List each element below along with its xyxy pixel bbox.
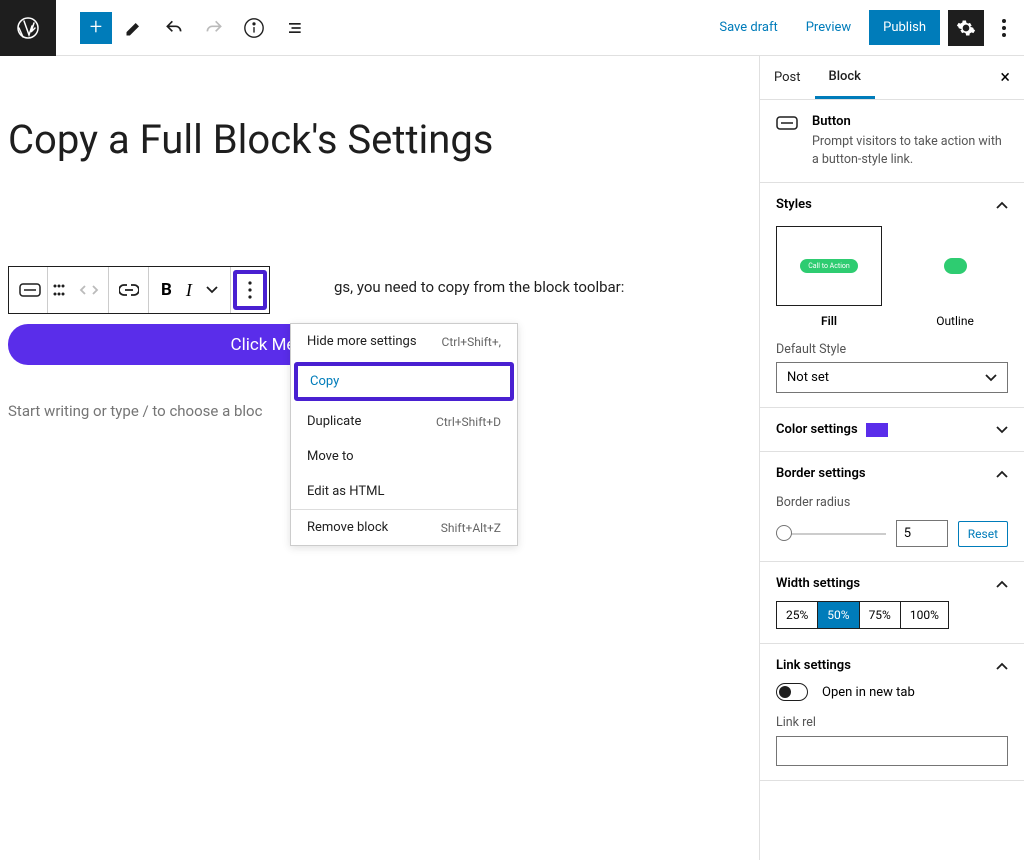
save-draft-button[interactable]: Save draft (709, 12, 787, 43)
preview-button[interactable]: Preview (796, 12, 861, 43)
block-toolbar: B I (8, 266, 270, 314)
style-option-outline[interactable] (902, 226, 1008, 306)
default-style-select[interactable]: Not set (776, 362, 1008, 393)
italic-button[interactable]: I (186, 280, 192, 301)
top-toolbar: + Save draft Preview Publish (0, 0, 1024, 56)
width-button-group: 25% 50% 75% 100% (776, 601, 949, 629)
drag-handle-icon[interactable] (48, 267, 70, 313)
edit-icon[interactable] (116, 10, 152, 46)
block-name: Button (812, 114, 1008, 129)
move-arrows[interactable] (70, 267, 109, 313)
width-100[interactable]: 100% (901, 602, 948, 628)
menu-duplicate[interactable]: Duplicate Ctrl+Shift+D (291, 404, 517, 439)
width-50[interactable]: 50% (818, 602, 859, 628)
paragraph-text-fragment: gs, you need to copy from the block tool… (334, 278, 624, 296)
undo-icon[interactable] (156, 10, 192, 46)
link-rel-input[interactable] (776, 736, 1008, 766)
width-75[interactable]: 75% (860, 602, 901, 628)
block-type-icon (776, 114, 798, 168)
border-radius-input[interactable] (896, 520, 948, 547)
border-radius-label: Border radius (776, 495, 1008, 510)
link-panel-toggle[interactable]: Link settings (776, 658, 1008, 673)
block-type-icon[interactable] (9, 267, 48, 313)
button-block-text: Click Me (231, 335, 296, 355)
tab-block[interactable]: Block (815, 57, 875, 99)
open-new-tab-label: Open in new tab (822, 685, 915, 700)
block-options-dropdown: Hide more settings Ctrl+Shift+, Copy Dup… (290, 323, 518, 546)
close-sidebar-icon[interactable]: × (1000, 67, 1010, 88)
more-menu-icon[interactable] (992, 10, 1016, 46)
chevron-down-icon (985, 374, 997, 382)
chevron-up-icon (996, 580, 1008, 588)
reset-button[interactable]: Reset (958, 521, 1008, 547)
menu-edit-html[interactable]: Edit as HTML (291, 474, 517, 509)
border-radius-slider[interactable] (776, 533, 886, 535)
add-block-button[interactable]: + (80, 12, 112, 44)
settings-gear-button[interactable] (948, 10, 984, 46)
block-description: Prompt visitors to take action with a bu… (812, 133, 1008, 168)
styles-panel-toggle[interactable]: Styles (776, 197, 1008, 212)
redo-icon (196, 10, 232, 46)
width-panel-toggle[interactable]: Width settings (776, 576, 1008, 591)
chevron-up-icon (996, 201, 1008, 209)
border-panel-toggle[interactable]: Border settings (776, 466, 1008, 481)
chevron-down-icon (996, 426, 1008, 434)
default-style-label: Default Style (776, 342, 1008, 357)
outline-icon[interactable] (276, 10, 312, 46)
post-title[interactable]: Copy a Full Block's Settings (8, 116, 759, 163)
empty-block-placeholder[interactable]: Start writing or type / to choose a bloc (8, 402, 262, 420)
tab-post[interactable]: Post (760, 58, 815, 97)
menu-move-to[interactable]: Move to (291, 439, 517, 474)
block-more-options-button[interactable] (233, 270, 267, 310)
color-swatch (866, 423, 888, 437)
menu-copy[interactable]: Copy (294, 362, 514, 401)
menu-hide-more-settings[interactable]: Hide more settings Ctrl+Shift+, (291, 324, 517, 359)
info-icon[interactable] (236, 10, 272, 46)
chevron-up-icon (996, 662, 1008, 670)
settings-sidebar: Post Block × Button Prompt visitors to t… (759, 56, 1024, 860)
color-panel-toggle[interactable]: Color settings (776, 422, 1008, 437)
open-new-tab-toggle[interactable] (776, 683, 808, 701)
style-option-fill[interactable]: Call to Action (776, 226, 882, 306)
menu-remove-block[interactable]: Remove block Shift+Alt+Z (291, 510, 517, 545)
format-more-chevron[interactable] (206, 286, 218, 294)
wordpress-logo[interactable] (0, 0, 56, 56)
chevron-up-icon (996, 470, 1008, 478)
publish-button[interactable]: Publish (869, 10, 940, 45)
bold-button[interactable]: B (161, 280, 172, 300)
editor-canvas[interactable]: Copy a Full Block's Settings gs, you nee… (0, 56, 759, 860)
link-rel-label: Link rel (776, 715, 1008, 730)
width-25[interactable]: 25% (777, 602, 818, 628)
link-icon[interactable] (109, 267, 149, 313)
